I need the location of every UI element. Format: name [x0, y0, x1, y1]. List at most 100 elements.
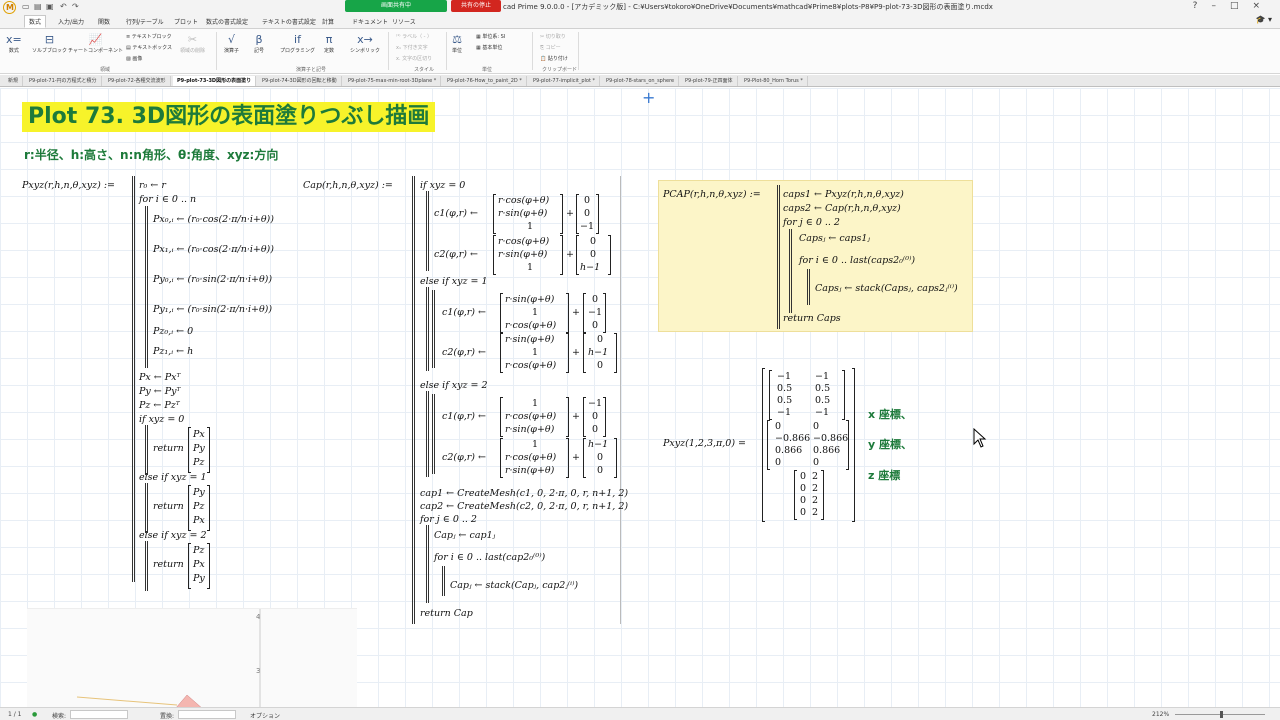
- tab-math[interactable]: 数式: [24, 15, 47, 28]
- tab-input-output[interactable]: 入力/出力: [54, 16, 88, 27]
- screen-share-bar: 画面共有中 共有の停止: [345, 0, 501, 12]
- units-button[interactable]: ⚖ 単位: [452, 33, 462, 54]
- undo-icon[interactable]: ↶: [60, 2, 67, 11]
- programming-button[interactable]: if プログラミング: [280, 33, 315, 54]
- tab-resources[interactable]: リソース: [388, 16, 420, 27]
- group-label-clipboard: クリップボード: [542, 67, 578, 73]
- pxyz-line: Pz₁,ᵢ ← h: [153, 346, 194, 357]
- plus-sign: +: [572, 452, 580, 463]
- vector-cell: h−1: [580, 262, 601, 273]
- group-label-style: スタイル: [414, 67, 435, 73]
- tab-math-formatting[interactable]: 数式の書式設定: [202, 16, 252, 27]
- 3d-plot-region[interactable]: 4 3: [27, 608, 357, 707]
- vector-cell: 0: [597, 465, 604, 476]
- redo-icon[interactable]: ↷: [72, 2, 79, 11]
- bracket: [500, 438, 503, 478]
- vector-cell: h−1: [588, 347, 609, 358]
- matrix-cell: 0: [775, 421, 782, 432]
- z-coordinate-label: z 座標: [868, 469, 901, 482]
- document-tab[interactable]: P9-plot-74-3D図形の回転と移動: [258, 76, 342, 86]
- pxyz-line: Px ← Pxᵀ: [139, 372, 181, 383]
- document-tab[interactable]: P9-plot-73-3D図形の表面塗り: [173, 76, 257, 86]
- program-bar: [426, 191, 429, 271]
- document-tab[interactable]: 新規: [4, 76, 24, 86]
- graduation-cap-icon[interactable]: 🎓: [1255, 15, 1265, 24]
- open-folder-icon[interactable]: ▤: [34, 2, 42, 11]
- options-dropdown[interactable]: オプション: [250, 711, 280, 720]
- bracket: [560, 235, 563, 275]
- matrix-cell: 0.866: [813, 445, 841, 456]
- text-box-button[interactable]: ▤ テキストボックス: [126, 44, 172, 51]
- bracket: [500, 293, 503, 333]
- program-bar: [442, 566, 445, 596]
- delete-region-button[interactable]: ✂ 領域の削除: [180, 33, 205, 54]
- symbolic-button[interactable]: x→ シンボリック: [350, 33, 380, 54]
- document-tab[interactable]: P9-plot-77-implicit_plot *: [529, 76, 601, 86]
- program-bar: [145, 483, 148, 533]
- matrix-cell: 1: [527, 221, 534, 232]
- tab-plots[interactable]: プロット: [170, 16, 202, 27]
- chart-icon: 📈: [88, 33, 103, 46]
- document-tab[interactable]: P9-plot-72-各種交流波形: [104, 76, 171, 86]
- tab-calculation[interactable]: 計算: [318, 16, 338, 27]
- copy-button[interactable]: ⎘ コピー: [540, 44, 561, 51]
- operators-button[interactable]: √ 演算子: [224, 33, 239, 54]
- chevron-down-icon[interactable]: ▾: [1268, 15, 1272, 24]
- bracket: [769, 370, 772, 420]
- plus-sign: +: [566, 249, 574, 260]
- cut-button[interactable]: ✂ 切り取り: [540, 33, 566, 40]
- unit-system-dropdown[interactable]: ▦ 単位系: SI: [476, 33, 505, 40]
- save-icon[interactable]: ▣: [46, 2, 54, 11]
- zoom-slider-thumb[interactable]: [1220, 711, 1224, 718]
- maximize-icon[interactable]: □: [1230, 1, 1253, 11]
- mouse-pointer-icon: [973, 428, 987, 448]
- base-units-button[interactable]: ▦ 基本単位: [476, 44, 502, 51]
- page-title[interactable]: Plot 73. 3D図形の表面塗りつぶし描画: [22, 102, 436, 132]
- document-tab[interactable]: P9-plot-71-円の方程式と積分: [25, 76, 102, 86]
- ribbon: x= 数式 ⊟ ソルブブロック 📈 チャートコンポーネント ≡ テキストブロック ▤ …: [0, 29, 1280, 74]
- vector-cell: h−1: [588, 439, 609, 450]
- math-region-button[interactable]: x= 数式: [6, 33, 22, 54]
- pcap-line: Capsⱼ ← caps1ⱼ: [799, 233, 870, 244]
- tab-document[interactable]: ドキュメント: [348, 16, 392, 27]
- matrix-cell: r·sin(φ+θ): [505, 465, 555, 476]
- document-tab[interactable]: P9-plot-79-正四面体: [681, 76, 738, 86]
- replace-input[interactable]: [178, 710, 236, 719]
- close-icon[interactable]: ×: [1252, 1, 1274, 11]
- bracket: [566, 397, 569, 437]
- window-controls[interactable]: ?–□×: [1193, 1, 1274, 11]
- help-icon[interactable]: ?: [1193, 1, 1212, 11]
- find-input[interactable]: [70, 710, 128, 719]
- text-block-button[interactable]: ≡ テキストブロック: [126, 33, 172, 40]
- vector-cell: Px: [193, 429, 205, 440]
- document-tab[interactable]: P9-plot-76-How_to_paint_2D *: [443, 76, 527, 86]
- matrix-cell: r·cos(φ+θ): [498, 236, 550, 247]
- mathcad-logo-icon[interactable]: M: [3, 1, 16, 14]
- tab-matrices-tables[interactable]: 行列/テーブル: [122, 16, 168, 27]
- document-tab[interactable]: P9-plot-75-max-min-root-3Dplane *: [344, 76, 442, 86]
- matrix-cell: −1: [777, 407, 792, 418]
- subtitle-text[interactable]: r:半径、h:高さ、n:n角形、θ:角度、xyz:方向: [24, 146, 278, 163]
- tab-text-formatting[interactable]: テキストの書式設定: [258, 16, 320, 27]
- subscript-button[interactable]: x₁ 下付き文字: [396, 44, 428, 51]
- document-tab[interactable]: P9-plot-78-stars_on_sphere: [602, 76, 680, 86]
- chart-component-button[interactable]: 📈 チャートコンポーネント: [68, 33, 123, 54]
- pcap-program-region[interactable]: PCAP(r,h,n,θ,xyz) := caps1 ← Pxyz(r,h,n,…: [658, 180, 973, 332]
- literal-separator-button[interactable]: x. 文字の区切り: [396, 55, 432, 62]
- document-tab[interactable]: P9-Plot-80_Horn Torus *: [740, 76, 808, 86]
- matrix-cell: 0: [800, 495, 807, 506]
- scissors-icon: ✂: [187, 33, 198, 46]
- symbols-button[interactable]: β 記号: [254, 33, 264, 54]
- image-button[interactable]: ▨ 画像: [126, 55, 142, 62]
- stop-share-button[interactable]: 共有の停止: [451, 0, 501, 12]
- tab-functions[interactable]: 関数: [94, 16, 114, 27]
- worksheet[interactable]: + Plot 73. 3D図形の表面塗りつぶし描画 r:半径、h:高さ、n:n角…: [0, 88, 1280, 707]
- zoom-slider[interactable]: [1175, 711, 1265, 718]
- solve-block-button[interactable]: ⊟ ソルブブロック: [32, 33, 67, 54]
- paste-button[interactable]: 📋 貼り付け: [540, 55, 568, 62]
- constants-button[interactable]: π 定数: [324, 33, 334, 54]
- new-file-icon[interactable]: ▭: [22, 2, 30, 11]
- label-dropdown[interactable]: ⁽¹⁾ ラベル（ - ）: [396, 33, 432, 40]
- matrix-cell: r·sin(φ+θ): [498, 249, 548, 260]
- minimize-icon[interactable]: –: [1211, 1, 1230, 11]
